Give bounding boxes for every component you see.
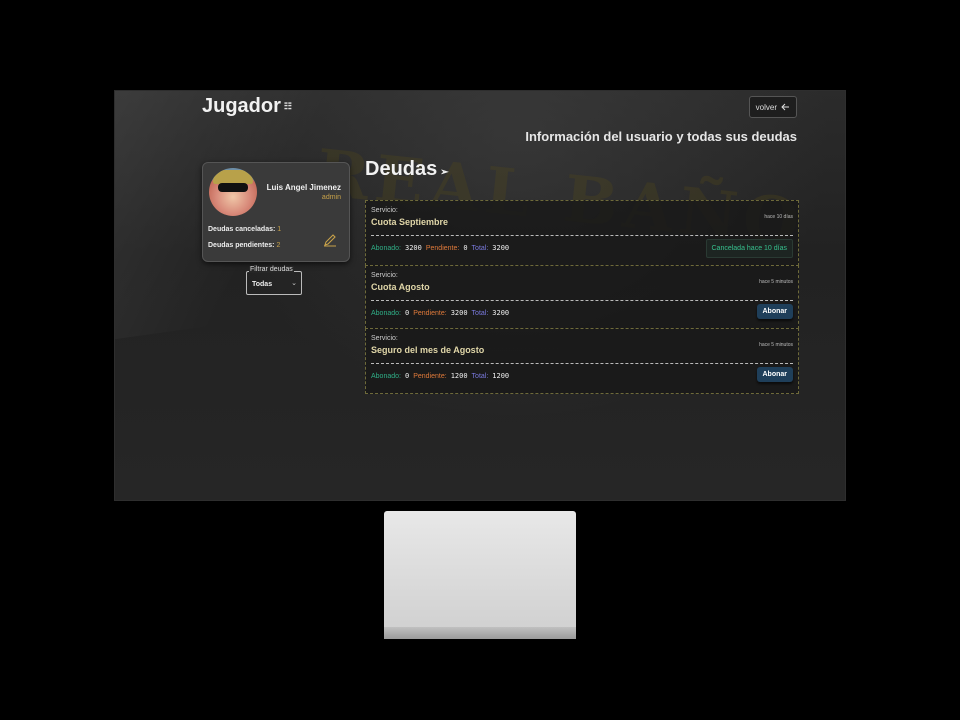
divider	[371, 300, 793, 301]
debts-title-text: Deudas	[365, 158, 438, 180]
device-stand	[384, 511, 576, 639]
debt-time: hace 5 minutos	[759, 279, 793, 285]
paid-debts-stat: Deudas canceladas: 1	[208, 226, 281, 233]
chevron-down-icon: ⌄	[291, 280, 297, 287]
device-foot	[384, 627, 576, 639]
debt-card: Servicio: Seguro del mes de Agosto hace …	[365, 328, 799, 394]
total-label: Total:	[471, 373, 489, 380]
debt-amounts: Abonado: 0 Pendiente: 1200 Total: 1200	[371, 372, 509, 380]
service-label: Servicio:	[371, 335, 398, 342]
debt-filter-value: Todas	[252, 281, 273, 288]
debts-title: Deudas ➢	[365, 158, 449, 181]
pending-value: 1200	[450, 372, 468, 380]
total-value: 3200	[492, 244, 510, 252]
debt-time: hace 10 días	[764, 214, 793, 220]
user-name: Luis Angel Jimenez	[266, 183, 341, 192]
service-name: Seguro del mes de Agosto	[371, 345, 485, 355]
paid-value: 3200	[404, 244, 422, 252]
rocket-icon: ➢	[440, 167, 449, 178]
divider	[371, 363, 793, 364]
pay-button[interactable]: Abonar	[756, 367, 793, 382]
pending-label: Pendiente:	[413, 373, 447, 380]
avatar-cap	[213, 170, 253, 184]
user-card: Luis Angel Jimenez admin Deudas cancelad…	[202, 162, 350, 262]
service-name: Cuota Agosto	[371, 282, 430, 292]
back-button-label: volver	[755, 102, 777, 112]
service-label: Servicio:	[371, 272, 398, 279]
debt-card: Servicio: Cuota Agosto hace 5 minutos Ab…	[365, 265, 799, 329]
paid-label: Abonado:	[371, 245, 401, 252]
total-value: 1200	[492, 372, 510, 380]
debt-amounts: Abonado: 3200 Pendiente: 0 Total: 3200	[371, 244, 509, 252]
debt-filter-legend: Filtrar deudas	[249, 266, 294, 273]
user-role: admin	[321, 194, 341, 201]
pending-label: Pendiente:	[413, 310, 447, 317]
debt-time: hace 5 minutos	[759, 342, 793, 348]
avatar-mask	[218, 183, 248, 192]
paid-debts-label: Deudas canceladas:	[208, 226, 276, 233]
paid-value: 0	[404, 309, 410, 317]
back-button[interactable]: volver	[748, 96, 797, 118]
paid-label: Abonado:	[371, 373, 401, 380]
page-title-text: Jugador	[202, 95, 281, 117]
status-badge: Cancelada hace 10 días	[705, 239, 793, 258]
page-title: Jugador ☷	[202, 95, 292, 118]
total-label: Total:	[471, 245, 489, 252]
debt-card: Servicio: Cuota Septiembre hace 10 días …	[365, 200, 799, 266]
paid-debts-count: 1	[277, 226, 282, 233]
debts-list: Servicio: Cuota Septiembre hace 10 días …	[365, 200, 799, 394]
pending-debts-label: Deudas pendientes:	[208, 242, 275, 249]
user-list-icon: ☷	[283, 101, 292, 112]
service-label: Servicio:	[371, 207, 398, 214]
pending-debts-stat: Deudas pendientes: 2	[208, 242, 280, 249]
divider	[371, 235, 793, 236]
app-screen: REAL BAÑO Jugador ☷ volver Información de…	[114, 90, 846, 501]
pending-label: Pendiente:	[425, 245, 460, 252]
total-label: Total:	[471, 310, 489, 317]
paid-value: 0	[404, 372, 410, 380]
pay-button[interactable]: Abonar	[756, 304, 793, 319]
pending-debts-count: 2	[276, 242, 281, 249]
edit-icon[interactable]	[323, 233, 337, 247]
service-name: Cuota Septiembre	[371, 217, 449, 227]
debt-filter-select[interactable]: Filtrar deudas Todas ⌄	[246, 266, 302, 295]
debt-amounts: Abonado: 0 Pendiente: 3200 Total: 3200	[371, 309, 509, 317]
arrow-left-icon	[781, 103, 789, 111]
pending-value: 3200	[450, 309, 468, 317]
total-value: 3200	[492, 309, 510, 317]
pending-value: 0	[463, 244, 468, 252]
paid-label: Abonado:	[371, 310, 401, 317]
avatar	[209, 168, 257, 216]
page-subtitle: Información del usuario y todas sus deud…	[525, 129, 797, 144]
